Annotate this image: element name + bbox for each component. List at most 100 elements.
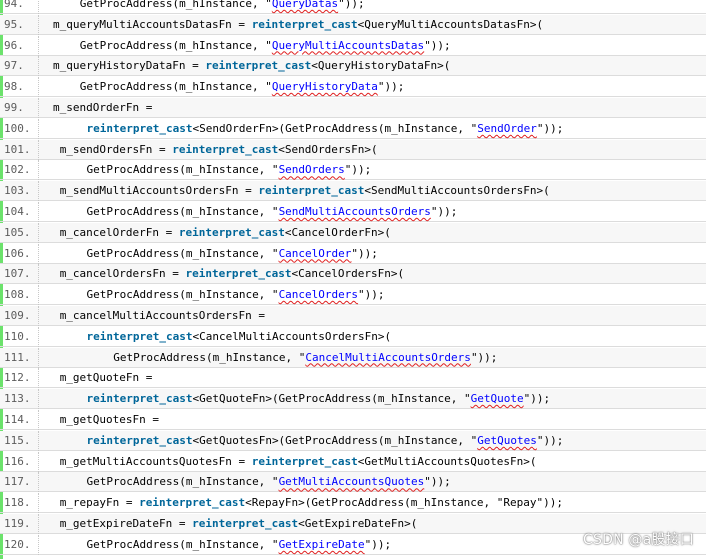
line-number: 112. [4,371,31,385]
string-token: QueryMultiAccountsDatas [271,38,425,52]
code-line: 97. m_queryHistoryDataFn = reinterpret_ca… [0,56,706,77]
code-line: 114. m_getQuotesFn = [0,410,706,430]
keyword-token: reinterpret_cast [86,329,193,343]
code-text: m_getExpireDateFn = reinterpret_cast<Get… [60,517,418,530]
code-line: 110. reinterpret_cast<CancelMultiAccounts… [0,326,706,347]
line-number-separator [38,389,39,410]
string-token: CancelMultiAccountsOrders [305,350,471,364]
plain-token: <SendOrdersFn>( [278,142,378,156]
plain-token: m_cancelOrdersFn = [59,267,186,281]
keyword-token: reinterpret_cast [86,433,193,447]
code-line: 108. GetProcAddress(m_hInstance, "CancelO… [0,285,706,306]
code-text: m_sendOrdersFn = reinterpret_cast<SendOr… [60,143,378,156]
line-number: 95. [4,17,24,31]
string-token: GetQuotes [477,433,537,447]
code-text: m_getQuotesFn = [60,413,159,426]
code-line: 96. GetProcAddress(m_hInstance, "QueryMul… [0,35,706,56]
line-number: 120. [4,537,31,551]
plain-token: <GetQuotesFn>(GetProcAddress(m_hInstance… [192,433,478,447]
plain-token: m_cancelMultiAccountsOrdersFn = [59,309,265,322]
line-number-separator [38,326,39,347]
string-token: QueryDatas [271,0,339,10]
code-text: GetProcAddress(m_hInstance, "GetExpireDa… [87,538,392,551]
plain-token: m_sendOrdersFn = [59,142,173,156]
csdn-watermark: CSDN @a股接口 [583,532,694,548]
code-line: 112. m_getQuoteFn = [0,368,706,389]
string-token: GetMultiAccountsQuotes [278,475,425,489]
code-text: m_cancelOrderFn = reinterpret_cast<Cance… [60,226,391,239]
line-number: 101. [4,142,31,156]
plain-token: m_queryHistoryDataFn = [53,59,206,73]
line-number-separator [38,410,39,430]
code-line: 102. GetProcAddress(m_hInstance, "SendOrd… [0,160,706,181]
code-line: 98. GetProcAddress(m_hInstance, "QueryHis… [0,77,706,98]
plain-token: m_sendOrderFn = [53,101,153,114]
code-text: m_queryMultiAccountsDatasFn = reinterpre… [53,18,543,31]
string-token: CancelOrders [278,288,359,302]
plain-token: ")); [470,350,498,364]
line-number-separator [38,347,39,368]
plain-token: <SendMultiAccountsOrdersFn>( [364,184,550,198]
code-text: m_sendOrderFn = [53,101,152,114]
plain-token: <QueryMultiAccountsDatasFn>( [357,17,544,31]
line-number: 119. [4,517,31,530]
line-number: 100. [4,121,31,135]
plain-token: ")); [536,121,564,135]
plain-token: GetProcAddress(m_hInstance, " [79,0,272,10]
plain-token: m_getQuotesFn = [59,413,160,426]
line-number: 102. [4,163,31,177]
code-text: GetProcAddress(m_hInstance, "GetMultiAcc… [87,475,451,488]
code-text: m_sendMultiAccountsOrdersFn = reinterpre… [60,184,550,197]
line-number-separator [38,202,39,222]
string-token: SendMultiAccountsOrders [278,205,431,218]
line-number-separator [38,285,39,306]
plain-token: GetProcAddress(m_hInstance, " [86,537,279,551]
plain-token: <CancelOrdersFn>( [291,267,405,281]
code-line: 95. m_queryMultiAccountsDatasFn = reinter… [0,14,706,35]
line-number: 115. [4,433,31,447]
code-text: reinterpret_cast<GetQuoteFn>(GetProcAddr… [87,392,551,405]
code-text: GetProcAddress(m_hInstance, "SendMultiAc… [87,205,458,218]
line-number: 110. [4,329,31,343]
line-number: 116. [4,454,31,468]
line-number-separator [38,118,39,139]
line-number-separator [38,0,39,14]
line-number: 109. [4,309,31,322]
code-text: m_getMultiAccountsQuotesFn = reinterpret… [60,455,537,468]
line-number: 114. [4,413,31,426]
plain-token: m_repayFn = [59,496,140,510]
plain-token: ")); [424,38,451,52]
line-number-separator [38,222,39,243]
line-number-separator [38,534,39,555]
plain-token: GetProcAddress(m_hInstance, " [86,205,279,218]
plain-token: GetProcAddress(m_hInstance, " [79,38,272,52]
keyword-token: reinterpret_cast [86,121,193,135]
line-number: 98. [4,80,24,94]
plain-token: GetProcAddress(m_hInstance, " [113,350,306,364]
keyword-token: reinterpret_cast [251,17,358,31]
code-text: m_cancelMultiAccountsOrdersFn = [60,309,265,322]
keyword-token: reinterpret_cast [185,267,292,281]
keyword-token: reinterpret_cast [251,454,358,468]
keyword-token: reinterpret_cast [205,59,312,73]
code-text: reinterpret_cast<GetQuotesFn>(GetProcAdd… [87,434,564,447]
plain-token: ")); [338,0,365,10]
plain-token: <GetExpireDateFn>( [298,517,418,530]
code-text: GetProcAddress(m_hInstance, "QueryMultiA… [80,39,451,52]
line-number: 103. [4,184,31,198]
line-number-separator [38,264,39,285]
line-number-separator [38,451,39,472]
plain-token: ")); [430,205,458,218]
line-number-separator [38,139,39,160]
string-token: SendOrder [477,121,537,135]
code-text: GetProcAddress(m_hInstance, "CancelOrder… [87,288,385,301]
plain-token: ")); [523,392,551,406]
plain-token: ")); [344,163,372,177]
plain-token: GetProcAddress(m_hInstance, " [86,246,279,260]
code-line: 107. m_cancelOrdersFn = reinterpret_cast<… [0,264,706,285]
code-line: 117. GetProcAddress(m_hInstance, "GetMult… [0,472,706,493]
code-text: m_queryHistoryDataFn = reinterpret_cast<… [53,59,450,72]
code-text: GetProcAddress(m_hInstance, "QueryDatas"… [80,0,365,10]
code-line: 106. GetProcAddress(m_hInstance, "CancelO… [0,243,706,264]
code-text: m_getQuoteFn = [60,371,153,384]
